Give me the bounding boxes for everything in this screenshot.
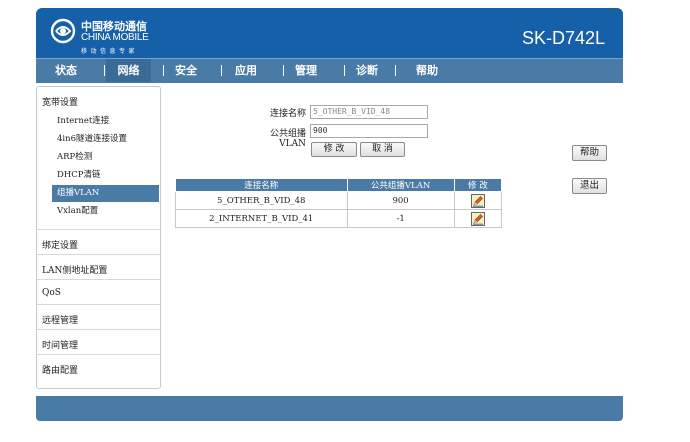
table-row: 2_INTERNET_B_VID_41 -1 (175, 209, 503, 228)
sidebar-group-label: QoS (42, 288, 61, 298)
sidebar-item-multicast-vlan[interactable]: 组播VLAN (52, 185, 159, 202)
sidebar: 宽带设置 Internet连接 4in6隧道连接设置 ARP检测 DHCP清链 … (36, 86, 161, 389)
logout-button[interactable]: 退出 (572, 178, 607, 194)
sidebar-group-binding[interactable]: 绑定设置 (37, 230, 160, 255)
logo-slogan-text: 移动信息专家 (81, 48, 139, 55)
nav-separator (221, 65, 222, 76)
cell-conn-name: 2_INTERNET_B_VID_41 (175, 209, 348, 228)
footer-bar (36, 396, 623, 421)
sidebar-group-label: 绑定设置 (42, 241, 79, 251)
col-header-vlan: 公共组播VLAN (346, 178, 455, 192)
conn-name-field[interactable]: 5_OTHER_B_VID_48 (310, 105, 428, 119)
col-header-conn-name: 连接名称 (175, 178, 348, 192)
conn-name-label: 连接名称 (269, 109, 306, 119)
sidebar-group-label: LAN侧地址配置 (42, 266, 108, 276)
sidebar-item-internet[interactable]: Internet连接 (52, 113, 159, 130)
nav-item-status[interactable]: 状态 (44, 59, 88, 82)
col-header-modify: 修 改 (453, 178, 503, 192)
logo-english-text: CHINA MOBILE (81, 32, 149, 43)
sidebar-group-time[interactable]: 时间管理 (37, 330, 160, 355)
nav-item-manage[interactable]: 管理 (284, 59, 328, 82)
cell-modify (453, 191, 503, 210)
sidebar-item-vxlan[interactable]: Vxlan配置 (52, 203, 159, 220)
table-row: 5_OTHER_B_VID_48 900 (175, 191, 503, 210)
sidebar-item-4in6[interactable]: 4in6隧道连接设置 (52, 131, 159, 148)
device-model: SK-D742L (521, 28, 605, 48)
nav-item-network[interactable]: 网络 (106, 59, 151, 82)
table-header-row: 连接名称 公共组播VLAN 修 改 (175, 178, 503, 192)
nav-item-diagnose[interactable]: 诊断 (345, 59, 389, 82)
edit-pencil-icon[interactable] (470, 193, 485, 208)
nav-separator (104, 65, 105, 76)
sidebar-item-arp[interactable]: ARP检测 (52, 149, 159, 166)
sidebar-item-dhcp[interactable]: DHCP清链 (52, 167, 159, 184)
sidebar-group-label: 远程管理 (42, 316, 79, 326)
sidebar-group-qos[interactable]: QoS (37, 280, 160, 305)
nav-item-help[interactable]: 帮助 (405, 59, 449, 82)
sidebar-group-route[interactable]: 路由配置 (37, 355, 160, 379)
cell-vlan: -1 (346, 209, 455, 228)
nav-item-apps[interactable]: 应用 (224, 59, 268, 82)
cell-vlan: 900 (346, 191, 455, 210)
cell-modify (453, 209, 503, 228)
brand-logo: 中国移动通信 CHINA MOBILE 移动信息专家 (50, 14, 190, 55)
cell-conn-name: 5_OTHER_B_VID_48 (175, 191, 348, 210)
help-button[interactable]: 帮助 (572, 145, 607, 161)
header-bar: 中国移动通信 CHINA MOBILE 移动信息专家 SK-D742L (36, 8, 623, 58)
edit-pencil-icon[interactable] (470, 211, 485, 226)
nav-item-security[interactable]: 安全 (164, 59, 208, 82)
modify-button[interactable]: 修 改 (311, 142, 357, 157)
main-nav: 状态 网络 安全 应用 管理 诊断 帮助 (36, 58, 623, 83)
nav-separator (395, 65, 396, 76)
vlan-label: 公共组播VLAN (269, 129, 306, 149)
sidebar-group-label: 路由配置 (42, 366, 79, 376)
vlan-input[interactable]: 900 (310, 124, 428, 138)
sidebar-group-lan[interactable]: LAN侧地址配置 (37, 255, 160, 280)
cancel-button[interactable]: 取 消 (360, 142, 405, 157)
multicast-vlan-table: 连接名称 公共组播VLAN 修 改 5_OTHER_B_VID_48 900 2… (175, 178, 503, 228)
sidebar-group-label: 时间管理 (42, 341, 79, 351)
sidebar-group-label: 宽带设置 (42, 98, 79, 108)
sidebar-group-remote[interactable]: 远程管理 (37, 305, 160, 330)
